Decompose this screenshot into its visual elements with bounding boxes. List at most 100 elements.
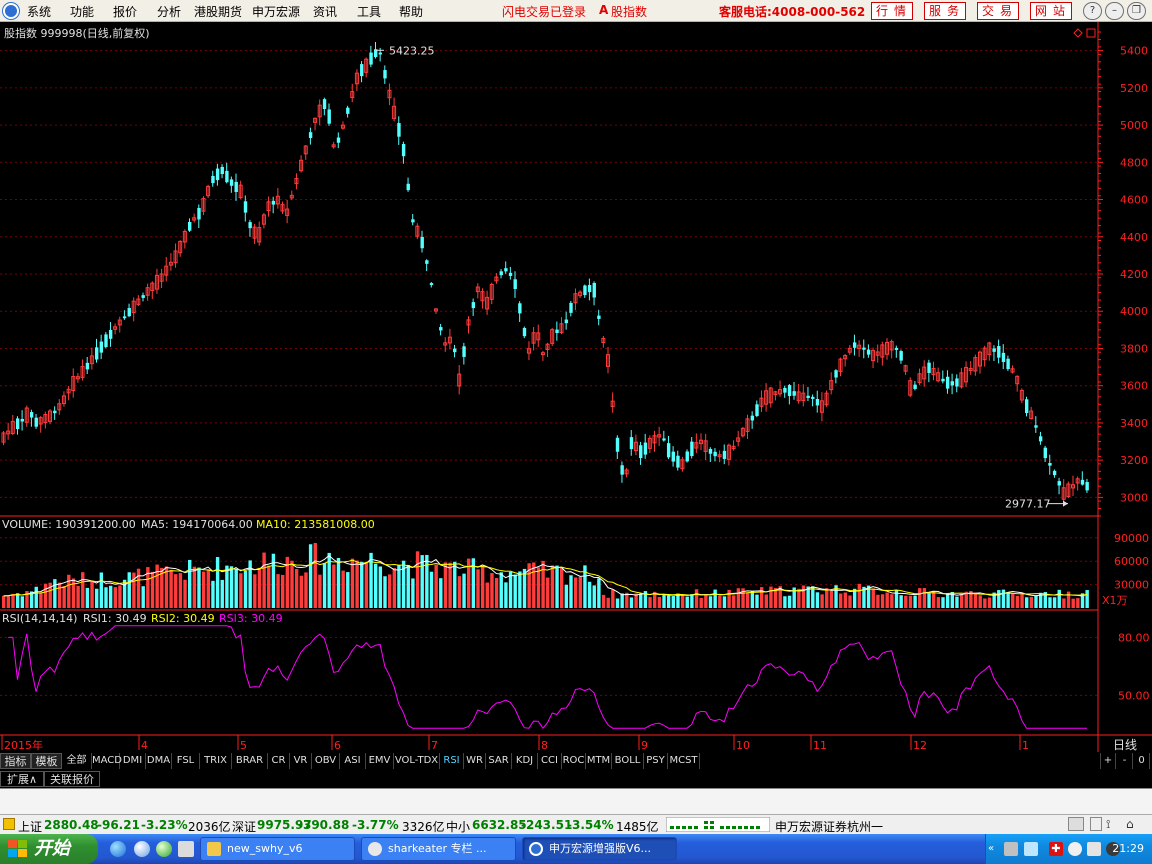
tab-indicator-obv[interactable]: OBV xyxy=(312,753,340,769)
volume-bar xyxy=(81,572,85,608)
tab-indicator-rsi[interactable]: RSI xyxy=(440,753,464,769)
service-button[interactable]: 服务 xyxy=(924,2,966,20)
candle-body xyxy=(583,285,587,296)
menu-functions[interactable]: 功能 xyxy=(70,3,94,20)
menu-analysis[interactable]: 分析 xyxy=(157,3,181,20)
tray-volume-icon[interactable] xyxy=(1087,842,1101,856)
task-browser[interactable]: sharkeater 专栏 ... xyxy=(361,837,516,861)
quote-sme-value: 6632.85 xyxy=(472,818,527,832)
tab-indicator-mcst[interactable]: MCST xyxy=(668,753,700,769)
volume-bar xyxy=(1062,598,1066,608)
tab-indicator-trix[interactable]: TRIX xyxy=(200,753,232,769)
quotes-service-button[interactable]: 行情 xyxy=(871,2,913,20)
tab-indicator-wr[interactable]: WR xyxy=(464,753,486,769)
menu-broker[interactable]: 申万宏源 xyxy=(252,3,300,20)
menu-tools[interactable]: 工具 xyxy=(357,3,381,20)
task-trading-app[interactable]: 申万宏源增强版V6... xyxy=(522,837,677,861)
tab-indicator-vol-tdx[interactable]: VOL-TDX xyxy=(394,753,440,769)
tab-indicator-asi[interactable]: ASI xyxy=(340,753,366,769)
volume-bar xyxy=(904,595,908,608)
kline-chart[interactable]: 5400 5200 5000 4800 4600 4400 4200 4000 3800 3600… xyxy=(0,22,1152,752)
tab-templates[interactable]: 模板 xyxy=(31,753,62,769)
volume-bar xyxy=(215,557,220,608)
tray-network-icon[interactable] xyxy=(1024,842,1038,856)
reset-button[interactable]: 0 xyxy=(1134,753,1150,769)
browser-icon[interactable] xyxy=(134,841,150,857)
minimize-icon[interactable]: – xyxy=(1105,2,1124,20)
settings-icon[interactable]: ⌂ xyxy=(1126,817,1134,831)
zoom-in-button[interactable]: + xyxy=(1100,753,1116,769)
date-axis-label: 6 xyxy=(334,739,341,752)
tab-indicator-dma[interactable]: DMA xyxy=(146,753,172,769)
candle-body xyxy=(229,179,234,186)
tab-indicator-boll[interactable]: BOLL xyxy=(612,753,644,769)
tab-indicator-macd[interactable]: MACD xyxy=(92,753,122,769)
ie-icon[interactable] xyxy=(110,841,126,857)
menu-quotes[interactable]: 报价 xyxy=(113,3,137,20)
menu-system[interactable]: 系统 xyxy=(27,3,51,20)
menu-help[interactable]: 帮助 xyxy=(399,3,423,20)
volume-bar xyxy=(136,568,141,608)
close-icon[interactable] xyxy=(1149,2,1150,20)
chrome-icon[interactable] xyxy=(156,841,172,857)
menu-hk-futures[interactable]: 港股期货 xyxy=(194,3,242,20)
tab-indicator-brar[interactable]: BRAR xyxy=(232,753,268,769)
tab-indicator-kdj[interactable]: KDJ xyxy=(512,753,538,769)
tray-shield-icon[interactable] xyxy=(1068,842,1082,856)
volume-bar xyxy=(713,589,717,608)
tab-indicators[interactable]: 指标 xyxy=(0,753,31,769)
tray-antivirus-icon[interactable]: ✚ xyxy=(1049,842,1063,856)
index-link[interactable]: 股指数 xyxy=(611,3,647,20)
restore-icon[interactable]: ❐ xyxy=(1127,2,1146,20)
volume-bar xyxy=(253,574,257,608)
volume-bar xyxy=(364,562,369,608)
volume-bar xyxy=(666,595,671,608)
volume-bar xyxy=(592,585,596,608)
tab-indicator-roc[interactable]: ROC xyxy=(562,753,586,769)
candle-body xyxy=(369,52,373,65)
tab-indicator-cr[interactable]: CR xyxy=(268,753,290,769)
website-button[interactable]: 网站 xyxy=(1030,2,1072,20)
tray-app-icon[interactable] xyxy=(1004,842,1018,856)
candle-body xyxy=(992,348,996,352)
system-tray: « ✚ 21:29 xyxy=(985,834,1152,864)
tab-expand[interactable]: 扩展∧ xyxy=(0,771,44,787)
login-status[interactable]: 闪电交易已登录 xyxy=(502,3,586,20)
notes-icon[interactable] xyxy=(1068,817,1084,831)
start-button[interactable]: 开始 xyxy=(0,834,98,864)
tab-indicator-psy[interactable]: PSY xyxy=(644,753,668,769)
folder-icon xyxy=(207,842,221,856)
index-quote-strip[interactable]: 上证 2880.48 -96.21 -3.23% 2036亿 深证 9975.9… xyxy=(0,814,1152,834)
volume-bar xyxy=(225,565,229,608)
desktop-icon[interactable] xyxy=(178,841,194,857)
tab-indicator-全部[interactable]: 全部 xyxy=(62,753,92,769)
tab-indicator-fsl[interactable]: FSL xyxy=(172,753,200,769)
candle-body xyxy=(569,302,573,313)
help-icon[interactable]: ? xyxy=(1083,2,1102,20)
tab-indicator-cci[interactable]: CCI xyxy=(538,753,562,769)
volume-bar xyxy=(118,585,122,608)
task-trading-app-label: 申万宏源增强版V6... xyxy=(549,842,652,855)
tab-indicator-vr[interactable]: VR xyxy=(290,753,312,769)
zoom-out-button[interactable]: - xyxy=(1117,753,1133,769)
tray-expand-icon[interactable]: « xyxy=(988,843,994,854)
antenna-icon[interactable]: ⟟ xyxy=(1106,817,1110,832)
trade-button[interactable]: 交易 xyxy=(977,2,1019,20)
tab-indicator-mtm[interactable]: MTM xyxy=(586,753,612,769)
tab-indicator-sar[interactable]: SAR xyxy=(486,753,512,769)
volume-bar xyxy=(871,588,875,608)
tab-indicator-emv[interactable]: EMV xyxy=(366,753,394,769)
candle-body xyxy=(360,64,364,77)
tab-related-quotes[interactable]: 关联报价 xyxy=(44,771,100,787)
volume-bar xyxy=(908,595,913,608)
menu-news[interactable]: 资讯 xyxy=(313,3,337,20)
volume-bar xyxy=(1011,593,1015,608)
candle-body xyxy=(792,391,796,396)
chart-area[interactable]: 5400 5200 5000 4800 4600 4400 4200 4000 3800 3600… xyxy=(0,22,1152,752)
volume-bar xyxy=(104,587,108,608)
tab-indicator-dmi[interactable]: DMI xyxy=(120,753,146,769)
task-folder[interactable]: new_swhy_v6 xyxy=(200,837,355,861)
candle-body xyxy=(955,378,959,387)
lock-icon[interactable] xyxy=(1090,817,1102,831)
volume-ma5: MA5: 194170064.00 xyxy=(141,518,253,531)
